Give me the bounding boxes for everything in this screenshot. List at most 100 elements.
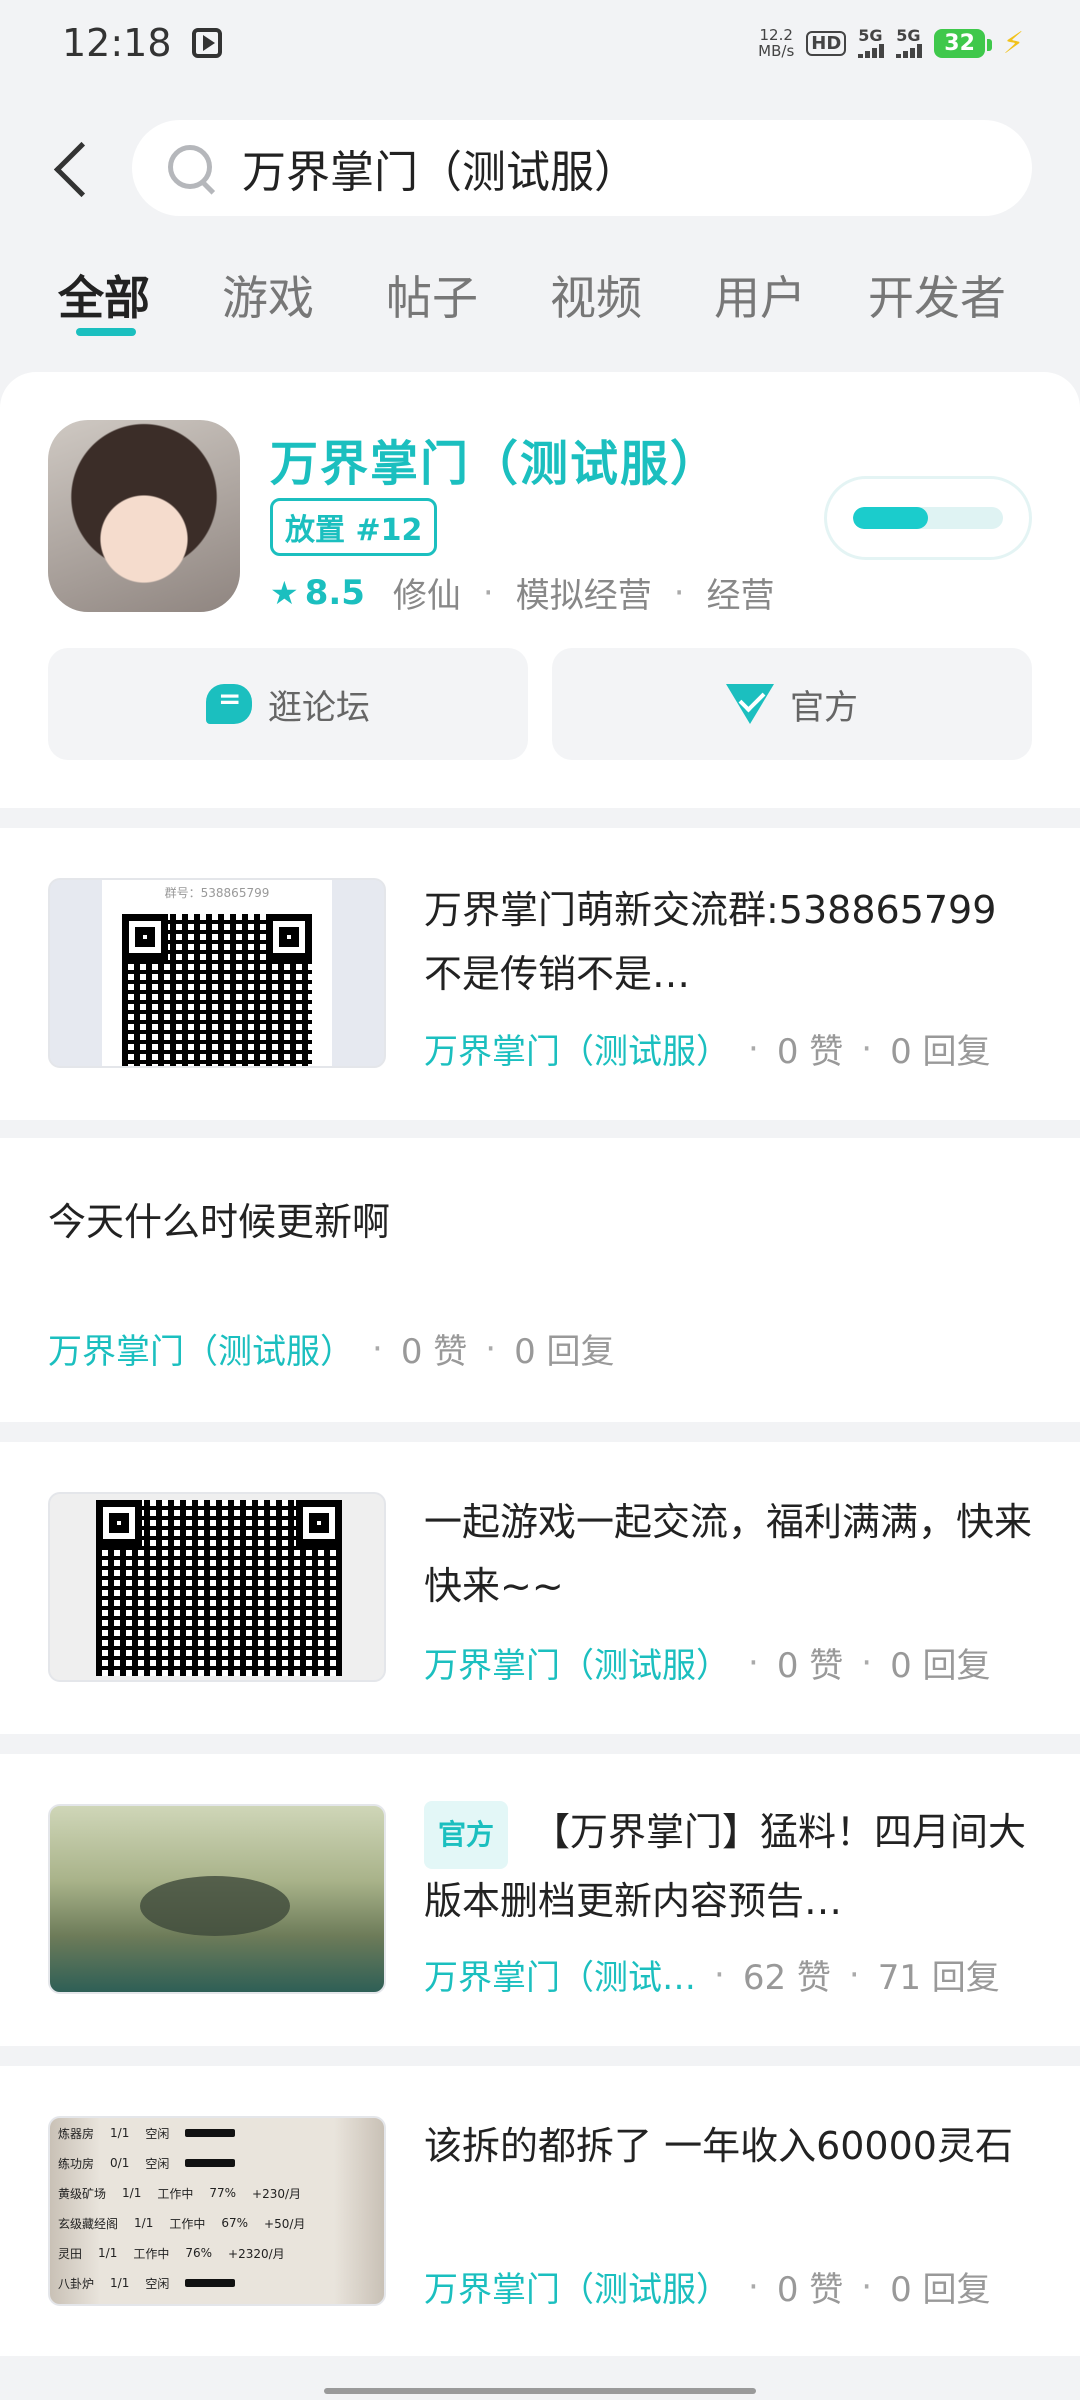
post-game-link[interactable]: 万界掌门（测试服） [424,1638,730,1687]
game-tag: 经营 [706,576,775,616]
post-item[interactable]: 今天什么时候更新啊 万界掌门（测试服） · 0 赞 · 0 回复 [0,1138,1080,1422]
search-query[interactable]: 万界掌门（测试服） [242,136,638,200]
thumb-row-count: 1/1 [98,2246,118,2260]
clock: 12:18 [62,21,172,65]
thumb-row-pct: 67% [221,2216,249,2230]
separator-dot: · [861,1028,873,1069]
speed-unit: MB/s [758,42,795,60]
thumb-row: 灵田 1/1 工作中 76% +2320/月 [58,2242,376,2264]
thumb-row-pct: 76% [185,2246,213,2260]
post-meta: 万界掌门（测试… · 62 赞 · 71 回复 [424,1950,1000,1999]
game-title[interactable]: 万界掌门（测试服） [270,424,720,494]
tab-posts[interactable]: 帖子 [386,262,478,328]
thumb-row-yield: +2320/月 [228,2246,285,2261]
thumb-row-yield: +230/月 [252,2186,302,2201]
post-title[interactable]: 一起游戏一起交流，福利满满，快来快来~~ [424,1490,1044,1618]
post-item[interactable]: 炼器房 1/1 空闲 练功房 0/1 空闲 黄级矿场 1/1 工作中 77% +230/月 玄级… [0,2066,1080,2356]
signal-sim2-icon: 5G [896,28,923,58]
separator-dot: · [848,1954,860,1995]
post-title[interactable]: 万界掌门萌新交流群:538865799 不是传销不是… [424,878,1044,1006]
post-meta: 万界掌门（测试服） · 0 赞 · 0 回复 [424,1638,991,1687]
tab-videos[interactable]: 视频 [550,262,642,328]
separator-dot: · [748,1028,759,1069]
separator-dot: · [748,2266,759,2307]
post-thumbnail[interactable] [48,1804,386,1994]
thumb-row-count: 1/1 [110,2126,130,2140]
game-result-card[interactable]: 万界掌门（测试服） 放置 #12 ★ 8.5 修仙 · 模拟经营 · 经营 逛论… [0,372,1080,808]
tab-users[interactable]: 用户 [714,262,806,328]
post-meta: 万界掌门（测试服） · 0 赞 · 0 回复 [48,1324,615,1373]
thumb-row-count: 0/1 [110,2156,130,2170]
download-button[interactable] [824,476,1032,560]
star-icon: ★ [270,573,299,612]
official-button[interactable]: 官方 [552,648,1032,760]
post-likes: 0 赞 [776,1646,844,1686]
separator-dot: · [714,1954,725,1995]
thumb-row-count: 1/1 [134,2216,154,2230]
thumb-row-state: 空闲 [145,2156,170,2171]
home-indicator[interactable] [324,2388,756,2394]
post-game-link[interactable]: 万界掌门（测试服） [48,1324,354,1373]
post-item[interactable]: 一起游戏一起交流，福利满满，快来快来~~ 万界掌门（测试服） · 0 赞 · 0… [0,1442,1080,1734]
game-tag: 修仙 [392,576,461,616]
thumb-row-state: 空闲 [145,2126,170,2141]
rank-badge[interactable]: 放置 #12 [270,498,438,556]
post-title[interactable]: 官方 【万界掌门】猛料！四月间大版本删档更新内容预告… [424,1800,1044,1933]
back-button[interactable] [44,142,100,198]
diamond-icon [726,684,774,724]
battery-icon: 32 [934,28,992,58]
official-button-label: 官方 [790,687,858,728]
post-thumbnail[interactable]: 炼器房 1/1 空闲 练功房 0/1 空闲 黄级矿场 1/1 工作中 77% +230/月 玄级… [48,2116,386,2306]
thumb-row-name: 黄级矿场 [58,2186,107,2201]
hd-icon: HD [806,30,847,56]
post-replies: 0 回复 [514,1332,615,1372]
thumb-row-count: 1/1 [110,2276,130,2290]
post-item[interactable]: 群号：538865799 万界掌门萌新交流群:538865799 不是传销不是…… [0,828,1080,1120]
thumb-row-state: 工作中 [157,2186,194,2201]
screen-record-icon [191,28,222,58]
qr-code-image [122,914,312,1066]
post-meta: 万界掌门（测试服） · 0 赞 · 0 回复 [424,1024,991,1073]
separator-dot: · [482,572,494,613]
post-thumbnail[interactable]: 群号：538865799 [48,878,386,1068]
post-title[interactable]: 今天什么时候更新啊 [48,1190,1038,1254]
tab-all[interactable]: 全部 [58,262,150,328]
thumb-row: 炼器房 1/1 空闲 [58,2122,376,2144]
thumb-row-state: 空闲 [145,2276,170,2291]
thumb-row: 玄级藏经阁 1/1 工作中 67% +50/月 [58,2212,376,2234]
post-game-link[interactable]: 万界掌门（测试服） [424,1024,730,1073]
download-progress [853,507,1003,529]
network-speed: 12.2 MB/s [758,27,794,59]
search-input[interactable]: 万界掌门（测试服） [132,120,1032,216]
separator-dot: · [861,1642,873,1683]
game-rating: 8.5 [304,572,365,613]
forum-button[interactable]: 逛论坛 [48,648,528,760]
sim1-label: 5G [858,26,883,45]
separator-dot: · [673,572,685,613]
game-icon[interactable] [48,420,240,612]
post-game-link[interactable]: 万界掌门（测试服） [424,2262,730,2311]
post-replies: 0 回复 [890,1032,991,1072]
official-tag: 官方 [424,1800,509,1869]
separator-dot: · [861,2266,873,2307]
thumb-row-name: 炼器房 [58,2126,95,2141]
post-likes: 62 赞 [742,1958,831,1998]
game-tag: 模拟经营 [515,576,652,616]
signal-sim1-icon: 5G [858,26,885,58]
search-header: 万界掌门（测试服） [0,120,1080,220]
post-thumbnail[interactable] [48,1492,386,1682]
thumb-row-count: 1/1 [122,2186,142,2200]
post-replies: 0 回复 [890,1646,991,1686]
post-title[interactable]: 该拆的都拆了 一年收入60000灵石 [424,2114,1044,2178]
tab-games[interactable]: 游戏 [222,262,314,328]
speed-value: 12.2 [759,26,793,44]
qr-code-image [96,1500,342,1676]
post-likes: 0 赞 [776,2270,844,2310]
status-bar: 12:18 12.2 MB/s HD 5G 5G 32 ⚡ [0,0,1080,86]
post-item[interactable]: 官方 【万界掌门】猛料！四月间大版本删档更新内容预告… 万界掌门（测试… · 62… [0,1754,1080,2046]
tab-developers[interactable]: 开发者 [868,262,1006,328]
separator-dot: · [748,1642,759,1683]
charging-icon: ⚡ [1002,25,1024,61]
post-game-link[interactable]: 万界掌门（测试… [424,1950,696,1999]
thumb-row: 八卦炉 1/1 空闲 [58,2272,376,2294]
